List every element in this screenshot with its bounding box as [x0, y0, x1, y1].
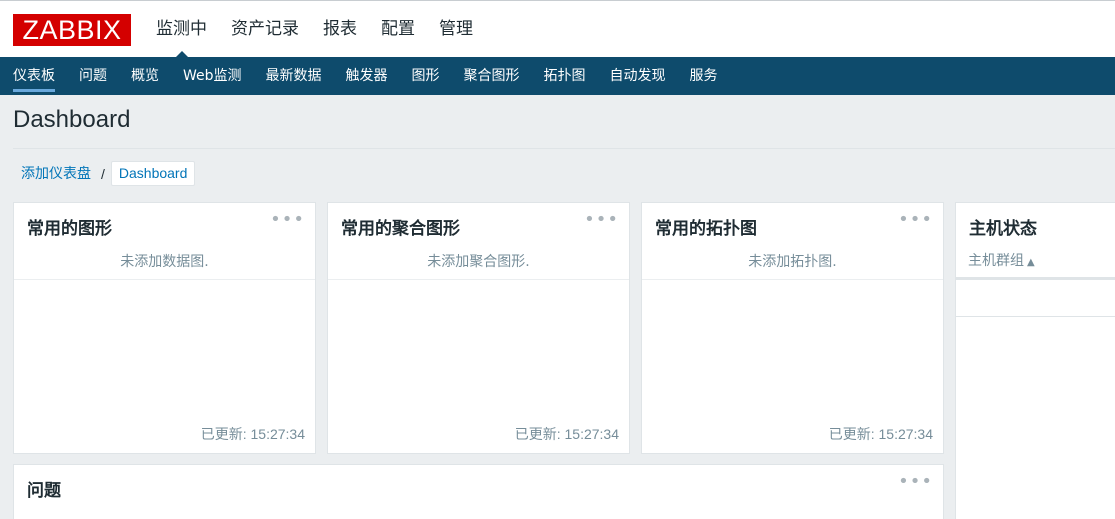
title-divider — [13, 148, 1115, 149]
sub-nav-screens[interactable]: 聚合图形 — [452, 57, 532, 95]
sub-nav: 仪表板 问题 概览 Web监测 最新数据 触发器 图形 聚合图形 拓扑图 自动发… — [0, 57, 1115, 95]
host-status-widget: 主机状态 主机群组 ▲ — [955, 202, 1115, 519]
widget-header: 常用的图形 ••• — [14, 203, 315, 243]
main-menu-configuration[interactable]: 配置 — [369, 1, 427, 57]
widget-empty-message: 未添加拓扑图. — [642, 243, 943, 280]
breadcrumb-add-dashboard-link[interactable]: 添加仪表盘 — [13, 161, 99, 186]
widget-header: 常用的拓扑图 ••• — [642, 203, 943, 243]
sub-nav-graphs[interactable]: 图形 — [400, 57, 452, 95]
main-menu: 监测中 资产记录 报表 配置 管理 — [144, 1, 485, 58]
sub-nav-problems[interactable]: 问题 — [67, 57, 119, 95]
breadcrumb-current-dashboard[interactable]: Dashboard — [110, 161, 196, 186]
sub-nav-services[interactable]: 服务 — [678, 57, 730, 95]
sub-nav-maps[interactable]: 拓扑图 — [532, 57, 598, 95]
sort-ascending-icon: ▲ — [1027, 257, 1035, 268]
main-menu-inventory[interactable]: 资产记录 — [219, 1, 311, 57]
main-menu-reports[interactable]: 报表 — [311, 1, 369, 57]
main-menu-administration[interactable]: 管理 — [427, 1, 485, 57]
widget-updated-time: 已更新: 15:27:34 — [828, 426, 933, 442]
sub-nav-discovery[interactable]: 自动发现 — [598, 57, 678, 95]
favorite-screens-widget: 常用的聚合图形 ••• 未添加聚合图形. 已更新: 15:27:34 — [327, 202, 630, 454]
widget-menu-icon[interactable]: ••• — [584, 209, 619, 230]
widget-title: 常用的拓扑图 — [655, 219, 757, 239]
widget-title: 常用的聚合图形 — [341, 219, 460, 239]
page-title: Dashboard — [13, 106, 131, 133]
widget-empty-message: 未添加数据图. — [14, 243, 315, 280]
widget-menu-icon[interactable]: ••• — [898, 209, 933, 230]
table-row — [956, 280, 1115, 317]
host-group-column-label: 主机群组 — [968, 253, 1024, 269]
widget-updated-time: 已更新: 15:27:34 — [200, 426, 305, 442]
widget-header: 常用的聚合图形 ••• — [328, 203, 629, 243]
widget-header: 问题 ••• — [14, 465, 943, 505]
breadcrumb: 添加仪表盘 / Dashboard — [13, 161, 196, 186]
widget-header: 主机状态 — [956, 203, 1115, 243]
sub-nav-web[interactable]: Web监测 — [171, 57, 254, 95]
top-header: ZABBIX 监测中 资产记录 报表 配置 管理 — [0, 0, 1115, 58]
widget-updated-time: 已更新: 15:27:34 — [514, 426, 619, 442]
sub-nav-triggers[interactable]: 触发器 — [334, 57, 400, 95]
zabbix-logo[interactable]: ZABBIX — [13, 14, 131, 46]
widget-menu-icon[interactable]: ••• — [270, 209, 305, 230]
widget-title: 主机状态 — [969, 219, 1037, 239]
widget-menu-icon[interactable]: ••• — [898, 471, 933, 492]
main-menu-monitoring[interactable]: 监测中 — [144, 1, 219, 58]
favorite-maps-widget: 常用的拓扑图 ••• 未添加拓扑图. 已更新: 15:27:34 — [641, 202, 944, 454]
favorite-graphs-widget: 常用的图形 ••• 未添加数据图. 已更新: 15:27:34 — [13, 202, 316, 454]
problems-widget: 问题 ••• — [13, 464, 944, 519]
widget-title: 问题 — [27, 481, 61, 501]
sub-nav-dashboard[interactable]: 仪表板 — [1, 57, 67, 95]
sub-nav-overview[interactable]: 概览 — [119, 57, 171, 95]
host-group-column-header[interactable]: 主机群组 ▲ — [956, 243, 1115, 280]
widget-empty-message: 未添加聚合图形. — [328, 243, 629, 280]
widget-title: 常用的图形 — [27, 219, 112, 239]
breadcrumb-separator: / — [101, 165, 105, 182]
sub-nav-latest-data[interactable]: 最新数据 — [254, 57, 334, 95]
